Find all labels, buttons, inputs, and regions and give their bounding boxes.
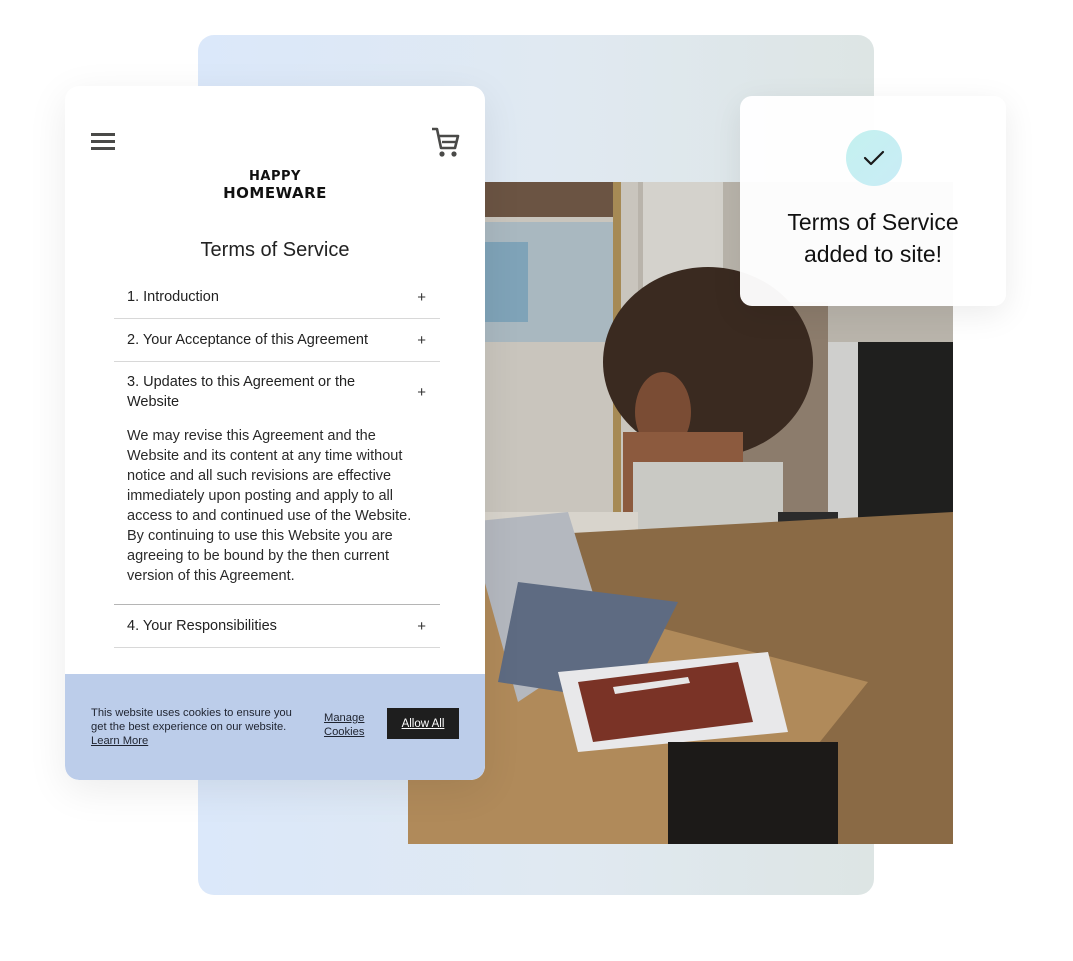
checkmark-icon (863, 150, 885, 166)
accordion-header[interactable]: 4. Your Responsibilities + (114, 605, 440, 647)
success-toast: Terms of Service added to site! (740, 96, 1006, 306)
mobile-site-preview: Happy Homeware Terms of Service 1. Intro… (65, 86, 485, 780)
success-badge (846, 130, 902, 186)
plus-icon[interactable]: + (417, 618, 426, 635)
plus-icon[interactable]: + (417, 332, 426, 349)
accordion-header[interactable]: 1. Introduction + (114, 276, 440, 318)
toast-message: Terms of Service added to site! (740, 206, 1006, 270)
accordion-title: 1. Introduction (127, 289, 219, 305)
shopping-cart-icon[interactable] (430, 126, 460, 160)
accordion-item-acceptance[interactable]: 2. Your Acceptance of this Agreement + (114, 319, 440, 362)
page-title: Terms of Service (200, 239, 350, 261)
manage-cookies-link[interactable]: Manage Cookies (324, 711, 372, 739)
hamburger-menu-icon[interactable] (91, 133, 115, 153)
accordion-title: 3. Updates to this Agreement or the Webs… (127, 374, 356, 410)
terms-accordion: 1. Introduction + 2. Your Acceptance of … (114, 276, 440, 648)
logo-line-2: Homeware (223, 179, 327, 203)
toast-message-line-2: added to site! (803, 241, 943, 267)
accordion-item-updates[interactable]: 3. Updates to this Agreement or the Webs… (114, 362, 440, 605)
accordion-title: 2. Your Acceptance of this Agreement (127, 332, 369, 348)
brand-logo[interactable]: Happy Homeware (65, 166, 485, 203)
accordion-header[interactable]: 2. Your Acceptance of this Agreement + (114, 319, 440, 361)
cookie-message: This website uses cookies to ensure you … (91, 706, 301, 748)
accordion-title: 4. Your Responsibilities (127, 618, 277, 634)
manage-cookies-label[interactable]: Manage Cookies (324, 711, 372, 739)
accordion-body: We may revise this Agreement and the Web… (127, 428, 412, 584)
cookie-message-text: This website uses cookies to ensure you … (91, 707, 292, 733)
accordion-item-responsibilities[interactable]: 4. Your Responsibilities + (114, 605, 440, 648)
learn-more-link[interactable]: Learn More (91, 735, 148, 747)
accordion-item-introduction[interactable]: 1. Introduction + (114, 276, 440, 319)
toast-message-line-1: Terms of Service (787, 209, 959, 235)
cookie-banner: This website uses cookies to ensure you … (65, 674, 485, 780)
plus-icon[interactable]: + (417, 289, 426, 306)
plus-icon[interactable]: + (417, 384, 426, 401)
accordion-header[interactable]: 3. Updates to this Agreement or the Webs… (114, 362, 440, 422)
allow-all-button[interactable]: Allow All (387, 708, 459, 739)
